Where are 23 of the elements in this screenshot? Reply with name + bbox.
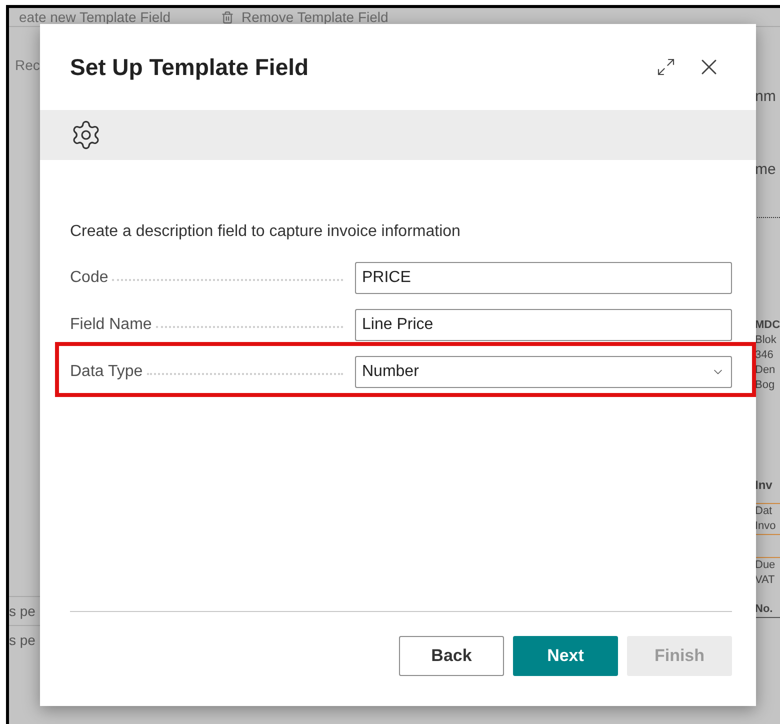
- address-text: Den: [755, 363, 776, 378]
- column-header: Rec: [14, 56, 41, 75]
- text-field[interactable]: Line Price: [355, 308, 732, 340]
- heading-text: me: [755, 162, 777, 177]
- address-text: MDC: [755, 318, 780, 333]
- info-label: VAT: [755, 573, 776, 588]
- expand-icon: [656, 57, 676, 77]
- field-label: Field Name: [70, 314, 152, 334]
- section-heading: Inv: [755, 478, 774, 493]
- text-field[interactable]: PRICE: [355, 262, 732, 294]
- address-text: 346: [755, 348, 774, 363]
- expand-button[interactable]: [656, 57, 676, 77]
- secondary-button[interactable]: Back: [399, 636, 504, 676]
- data-type-dropdown[interactable]: Number: [355, 356, 732, 388]
- info-label: Dat: [755, 504, 774, 519]
- description-text: Create a description field to capture invoice information: [70, 222, 462, 242]
- address-text: Bog: [755, 378, 776, 393]
- field-label: Code: [70, 268, 108, 288]
- heading-text: nm: [755, 89, 777, 104]
- dialog-title: Set Up Template Field: [70, 52, 309, 82]
- address-text: Blok: [755, 333, 778, 348]
- primary-button[interactable]: Next: [513, 636, 618, 676]
- field-label: Data Type: [70, 362, 143, 382]
